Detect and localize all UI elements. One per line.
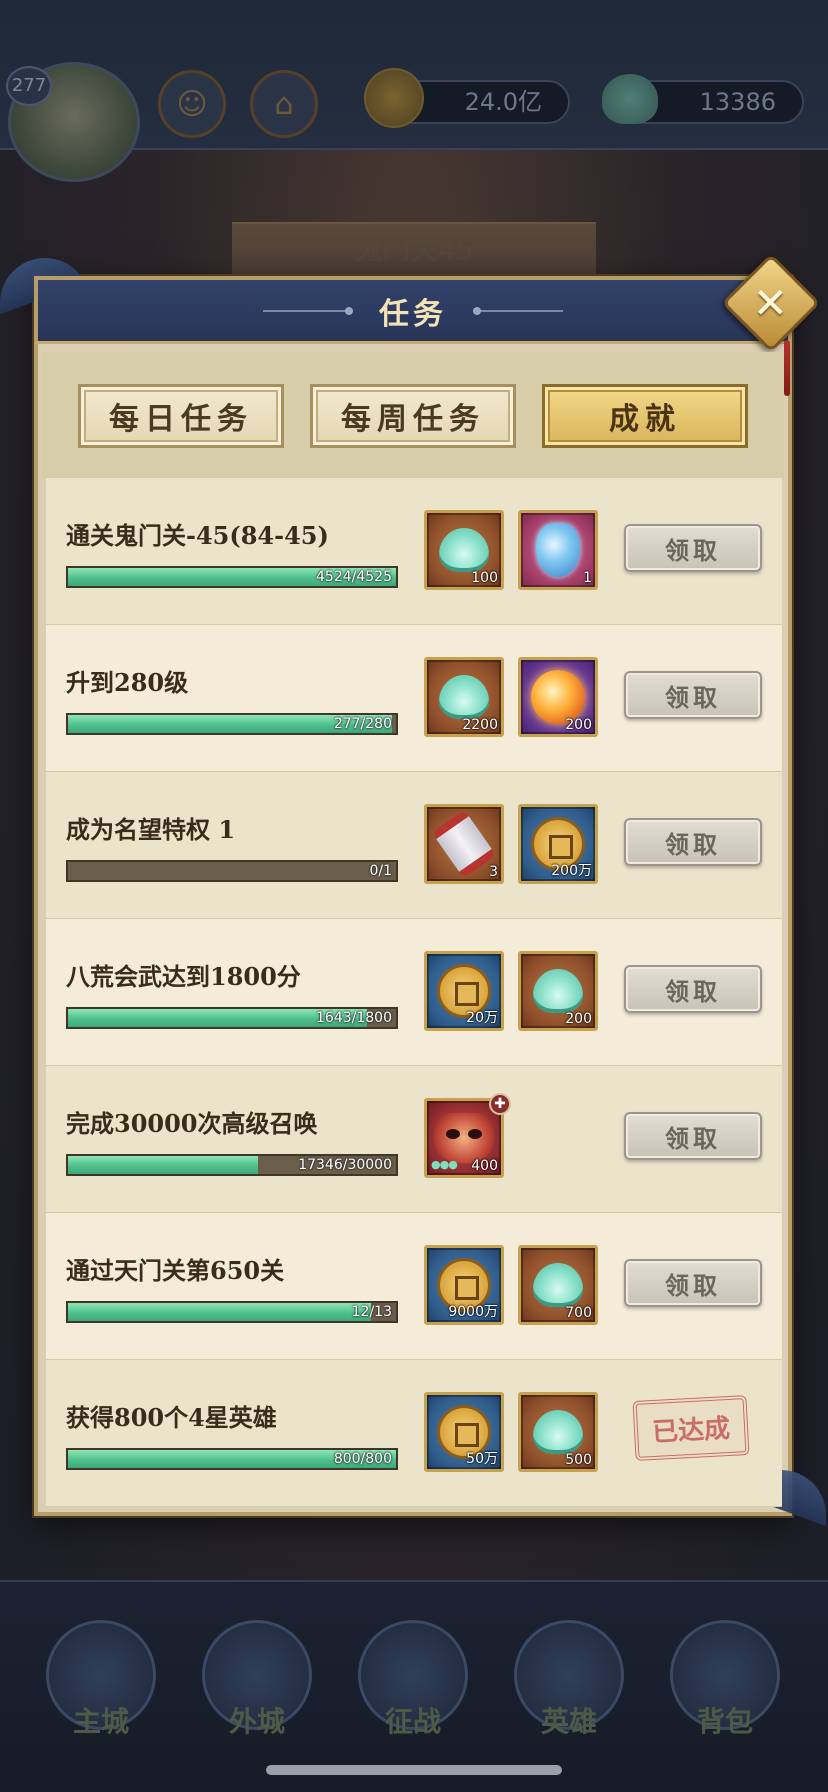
task-row: 八荒会武达到1800分 1643/1800 20万 200 领取 (46, 919, 782, 1066)
reward-count: 2200 (462, 717, 498, 733)
player-level-badge: 277 (6, 66, 52, 106)
reward-slot[interactable]: 9000万 (424, 1245, 504, 1325)
task-progress-text: 0/1 (369, 863, 392, 879)
task-row: 升到280级 277/280 2200 200 领取 (46, 625, 782, 772)
reward-count: 50万 (466, 1451, 498, 1467)
shell-icon (533, 1410, 583, 1454)
task-progress-bar: 4524/4525 (66, 566, 398, 588)
reward-count: 200万 (551, 863, 592, 879)
stage-name-banner: 鬼门关45 (232, 222, 596, 278)
reward-count: 1 (583, 570, 592, 586)
reward-slot[interactable]: 20万 (424, 951, 504, 1031)
reward-count: 400 (471, 1158, 498, 1174)
claim-button[interactable]: 领取 (624, 965, 762, 1013)
tab-achievements[interactable]: 成就 (542, 384, 748, 448)
task-progress-text: 17346/30000 (298, 1157, 392, 1173)
task-progress-bar: 17346/30000 (66, 1154, 398, 1176)
claim-button[interactable]: 领取 (624, 1259, 762, 1307)
reward-count: 700 (565, 1305, 592, 1321)
task-row: 通过天门关第650关 12/13 9000万 700 领取 (46, 1213, 782, 1360)
task-row: 完成30000次高级召唤 17346/30000 ●●● ✚ 400 领取 (46, 1066, 782, 1213)
reward-count: 9000万 (448, 1304, 498, 1320)
shell-icon (439, 675, 489, 719)
nav-battle-label: 征战 (384, 1705, 441, 1738)
reward-count: 200 (565, 1011, 592, 1027)
tab-daily-tasks[interactable]: 每日任务 (78, 384, 284, 448)
task-row: 通关鬼门关-45(84-45) 4524/4525 100 1 领取 (46, 478, 782, 625)
reward-slot[interactable]: 50万 (424, 1392, 504, 1472)
task-title: 获得800个4星英雄 (66, 1403, 277, 1432)
task-title: 八荒会武达到1800分 (66, 962, 301, 991)
reward-count: 200 (565, 717, 592, 733)
shell-icon (533, 969, 583, 1013)
claim-button[interactable]: 领取 (624, 1112, 762, 1160)
task-progress-bar: 800/800 (66, 1448, 398, 1470)
reward-count: 500 (565, 1452, 592, 1468)
task-progress-text: 12/13 (351, 1304, 392, 1320)
task-progress-text: 800/800 (333, 1451, 392, 1467)
nav-main-city-label: 主城 (72, 1705, 129, 1738)
reward-slot[interactable]: ●●● ✚ 400 (424, 1093, 511, 1178)
panel-title: 任务 (379, 296, 447, 332)
plus-badge-icon: ✚ (489, 1093, 511, 1115)
reward-slot[interactable]: 200 (518, 951, 598, 1031)
reward-slot[interactable]: 2200 (424, 657, 504, 737)
reward-slot[interactable]: 700 (518, 1245, 598, 1325)
claim-button[interactable]: 领取 (624, 671, 762, 719)
shell-currency-icon (602, 74, 658, 124)
task-title: 升到280级 (66, 668, 189, 697)
task-progress-fill (68, 1303, 371, 1321)
opera-mask-icon (434, 1113, 494, 1163)
reward-slot[interactable]: 200 (518, 657, 598, 737)
task-progress-text: 4524/4525 (316, 569, 392, 585)
reward-slot[interactable]: 1 (518, 510, 598, 590)
gold-coin-icon (364, 68, 424, 128)
panel-header: 任务 (34, 276, 792, 344)
task-progress-text: 277/280 (333, 716, 392, 732)
claim-button[interactable]: 领取 (624, 818, 762, 866)
reward-count: 100 (471, 570, 498, 586)
fire-orb-icon (531, 670, 585, 724)
shell-icon (439, 528, 489, 572)
header-divider (263, 306, 353, 315)
task-progress-bar: 12/13 (66, 1301, 398, 1323)
nav-heroes-label: 英雄 (540, 1705, 597, 1738)
task-progress-fill (68, 1156, 258, 1174)
task-title: 完成30000次高级召唤 (66, 1109, 318, 1138)
claim-button[interactable]: 领取 (624, 524, 762, 572)
reward-slot[interactable]: 500 (518, 1392, 598, 1472)
task-row: 成为名望特权 1 0/1 3 200万 领取 (46, 772, 782, 919)
palace-icon: ⌂ (250, 70, 318, 138)
home-indicator[interactable] (266, 1765, 562, 1775)
task-title: 通过天门关第650关 (66, 1256, 285, 1285)
task-row: 获得800个4星英雄 800/800 50万 500 已达成 (46, 1360, 782, 1507)
nav-outer-city-label: 外城 (228, 1705, 285, 1738)
customer-service-icon: ☺ (158, 70, 226, 138)
close-icon: ✕ (753, 278, 789, 328)
reward-count: 20万 (466, 1010, 498, 1026)
tab-weekly-tasks[interactable]: 每周任务 (310, 384, 516, 448)
task-progress-bar: 0/1 (66, 860, 398, 882)
task-title: 通关鬼门关-45(84-45) (66, 521, 329, 550)
reward-slot[interactable]: 200万 (518, 804, 598, 884)
completed-stamp: 已达成 (632, 1395, 750, 1461)
quality-dots-icon: ●●● (431, 1158, 458, 1171)
nav-backpack-label: 背包 (696, 1705, 753, 1738)
task-progress-bar: 277/280 (66, 713, 398, 735)
task-title: 成为名望特权 1 (66, 815, 236, 844)
reward-count: 3 (489, 864, 498, 880)
reward-slot[interactable]: 100 (424, 510, 504, 590)
jade-pendant-icon (536, 523, 580, 577)
scroll-icon (431, 809, 497, 879)
header-divider (473, 306, 563, 315)
tassel-decoration (784, 340, 790, 396)
task-progress-text: 1643/1800 (316, 1010, 392, 1026)
task-progress-bar: 1643/1800 (66, 1007, 398, 1029)
reward-slot[interactable]: 3 (424, 804, 504, 884)
shell-icon (533, 1263, 583, 1307)
